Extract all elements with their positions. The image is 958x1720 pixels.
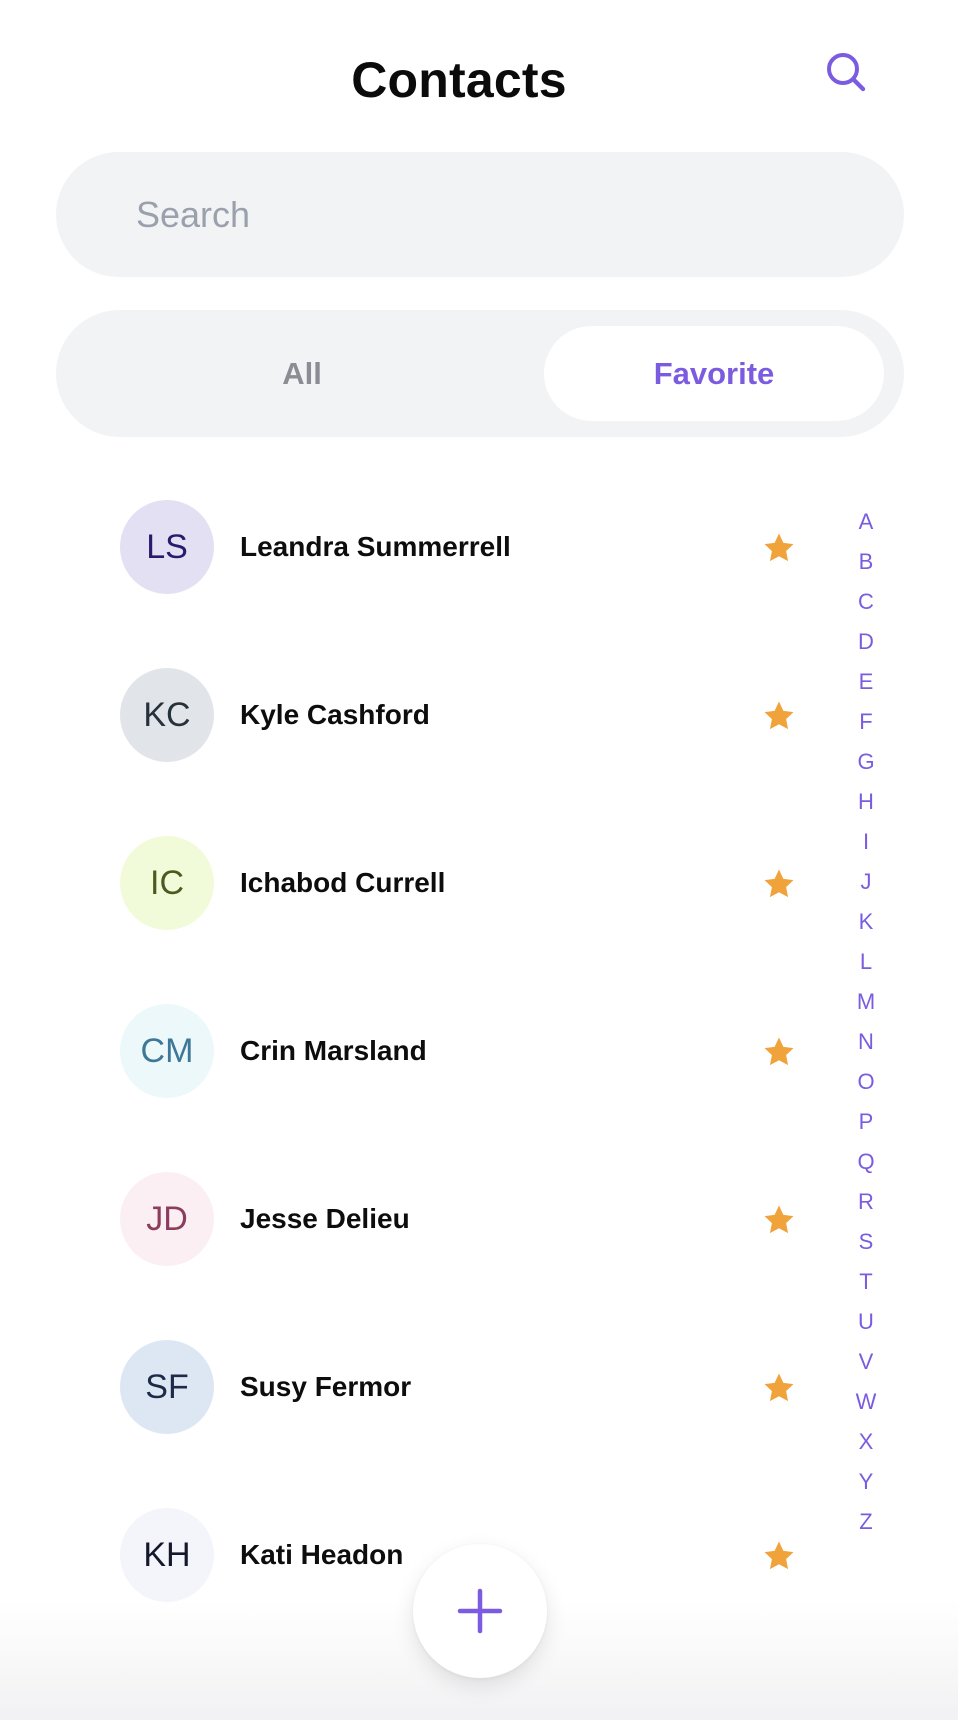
index-letter-c[interactable]: C (840, 582, 892, 622)
contact-name: Kyle Cashford (240, 699, 430, 730)
index-letter-i[interactable]: I (840, 822, 892, 862)
search-button[interactable] (820, 46, 872, 98)
avatar: SF (120, 1340, 214, 1434)
index-letter-l[interactable]: L (840, 942, 892, 982)
index-letter-e[interactable]: E (840, 662, 892, 702)
index-letter-j[interactable]: J (840, 862, 892, 902)
tab-all[interactable]: All (72, 326, 532, 421)
search-icon (827, 53, 866, 92)
contact-name: Ichabod Currell (240, 867, 446, 898)
add-contact-button[interactable] (413, 1544, 547, 1678)
star-icon[interactable] (762, 1035, 796, 1069)
index-letter-d[interactable]: D (840, 622, 892, 662)
index-letter-z[interactable]: Z (840, 1502, 892, 1542)
index-letter-g[interactable]: G (840, 742, 892, 782)
avatar: CM (120, 1004, 214, 1098)
index-letter-x[interactable]: X (840, 1422, 892, 1462)
index-letter-m[interactable]: M (840, 982, 892, 1022)
index-letter-p[interactable]: P (840, 1102, 892, 1142)
contact-row[interactable]: JD Jesse Delieu (100, 1159, 820, 1279)
index-letter-k[interactable]: K (840, 902, 892, 942)
contact-name: Kati Headon (240, 1539, 404, 1570)
star-icon[interactable] (762, 1371, 796, 1405)
avatar: KH (120, 1508, 214, 1602)
contact-row[interactable]: KC Kyle Cashford (100, 655, 820, 775)
page-title: Contacts (351, 52, 567, 108)
filter-tabs: All Favorite (56, 310, 904, 437)
avatar: IC (120, 836, 214, 930)
contact-name: Crin Marsland (240, 1035, 427, 1066)
index-letter-v[interactable]: V (840, 1342, 892, 1382)
avatar: LS (120, 500, 214, 594)
contact-row[interactable]: IC Ichabod Currell (100, 823, 820, 943)
contact-row[interactable]: LS Leandra Summerrell (100, 487, 820, 607)
star-icon[interactable] (762, 867, 796, 901)
star-icon[interactable] (762, 1539, 796, 1573)
search-field (56, 152, 904, 277)
star-icon[interactable] (762, 699, 796, 733)
index-letter-q[interactable]: Q (840, 1142, 892, 1182)
contact-name: Leandra Summerrell (240, 531, 511, 562)
index-letter-w[interactable]: W (840, 1382, 892, 1422)
tab-favorite[interactable]: Favorite (544, 326, 884, 421)
index-letter-u[interactable]: U (840, 1302, 892, 1342)
index-letter-t[interactable]: T (840, 1262, 892, 1302)
index-letter-r[interactable]: R (840, 1182, 892, 1222)
search-input[interactable] (136, 152, 836, 277)
index-letter-h[interactable]: H (840, 782, 892, 822)
index-letter-n[interactable]: N (840, 1022, 892, 1062)
index-letter-a[interactable]: A (840, 502, 892, 542)
index-letter-s[interactable]: S (840, 1222, 892, 1262)
index-letter-f[interactable]: F (840, 702, 892, 742)
index-letter-b[interactable]: B (840, 542, 892, 582)
contact-name: Jesse Delieu (240, 1203, 410, 1234)
alphabet-index: A B C D E F G H I J K L M N O P Q R S T … (840, 502, 892, 1542)
contact-name: Susy Fermor (240, 1371, 412, 1402)
contact-row[interactable]: CM Crin Marsland (100, 991, 820, 1111)
index-letter-y[interactable]: Y (840, 1462, 892, 1502)
avatar: KC (120, 668, 214, 762)
avatar: JD (120, 1172, 214, 1266)
plus-icon (457, 1588, 503, 1634)
star-icon[interactable] (762, 1203, 796, 1237)
index-letter-o[interactable]: O (840, 1062, 892, 1102)
star-icon[interactable] (762, 531, 796, 565)
contact-row[interactable]: SF Susy Fermor (100, 1327, 820, 1447)
